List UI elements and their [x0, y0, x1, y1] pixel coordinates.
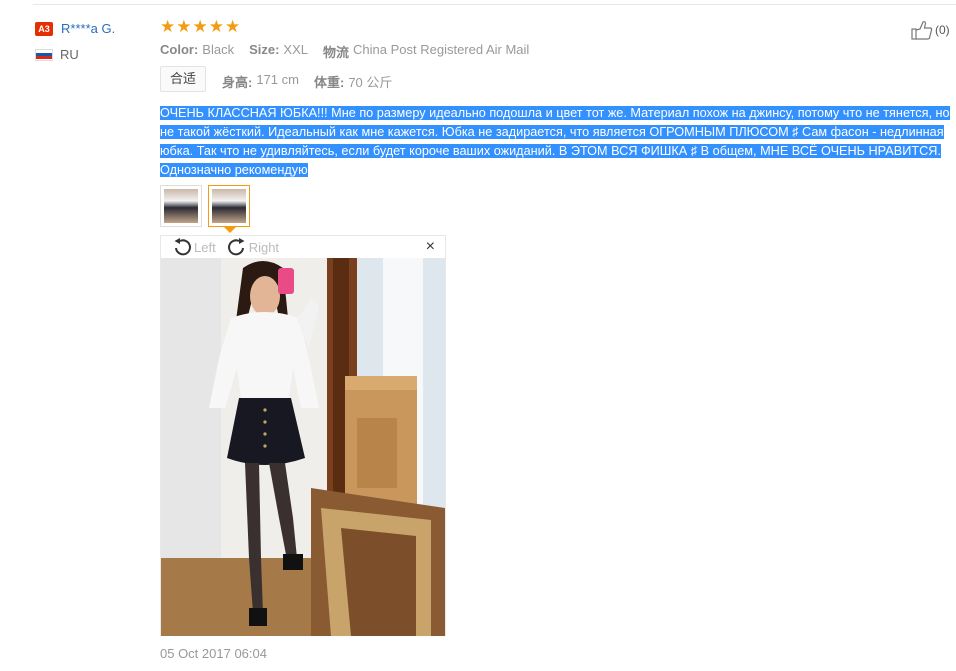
color-label: Color:	[160, 42, 199, 57]
review-date: 05 Oct 2017 06:04	[160, 646, 267, 661]
logistics-label: 物流	[323, 45, 350, 60]
logistics-value: China Post Registered Air Mail	[353, 42, 530, 57]
body-info: 身高: 171 cm 体重: 70 公斤	[222, 72, 407, 91]
rotate-left-icon	[174, 238, 191, 256]
rotate-right-button[interactable]: Right	[226, 237, 279, 257]
review-photo	[161, 258, 445, 636]
star-icon: ★	[176, 17, 192, 36]
fit-tag: 合适	[160, 66, 206, 92]
reviewer-info: A3 R****a G.	[35, 21, 115, 36]
reviewer-name-link[interactable]: R****a G.	[61, 21, 115, 36]
photo-thumbnails	[160, 185, 250, 233]
review-text: ОЧЕНЬ КЛАССНАЯ ЮБКА!!! Мне по размеру ид…	[160, 104, 956, 180]
rotate-left-label: Left	[194, 239, 216, 255]
photo-viewer: Left Right ×	[160, 235, 446, 636]
star-icon: ★	[208, 17, 224, 36]
rotate-left-button[interactable]: Left	[171, 237, 216, 257]
color-value: Black	[202, 42, 235, 57]
rotate-right-icon	[227, 238, 245, 256]
star-icon: ★	[225, 17, 241, 36]
close-viewer-button[interactable]: ×	[426, 239, 435, 255]
rotate-right-label: Right	[248, 239, 280, 255]
star-icon: ★	[192, 17, 208, 36]
photo-thumbnail[interactable]	[160, 185, 202, 227]
viewer-toolbar: Left Right ×	[161, 236, 445, 258]
star-rating: ★ ★ ★ ★ ★	[160, 18, 240, 36]
reviewer-country: RU	[35, 47, 79, 62]
helpful-button[interactable]: (0)	[911, 20, 950, 40]
size-label: Size:	[249, 42, 280, 57]
order-info: Color: Black Size: XXL 物流 China Post Reg…	[160, 42, 544, 61]
height-label: 身高:	[222, 75, 253, 90]
thumbs-up-icon	[911, 21, 933, 40]
review-text-selection: ОЧЕНЬ КЛАССНАЯ ЮБКА!!! Мне по размеру ид…	[160, 106, 950, 177]
helpful-count: (0)	[935, 23, 950, 37]
height-value: 171 cm	[256, 72, 299, 87]
photo-thumbnail-active[interactable]	[208, 185, 250, 233]
level-badge: A3	[35, 21, 53, 36]
size-value: XXL	[283, 42, 308, 57]
country-code: RU	[60, 47, 79, 62]
weight-label: 体重:	[313, 75, 345, 90]
star-icon: ★	[160, 17, 176, 36]
top-divider	[33, 4, 956, 5]
weight-value: 70 公斤	[348, 75, 393, 90]
russia-flag-icon	[35, 48, 53, 61]
